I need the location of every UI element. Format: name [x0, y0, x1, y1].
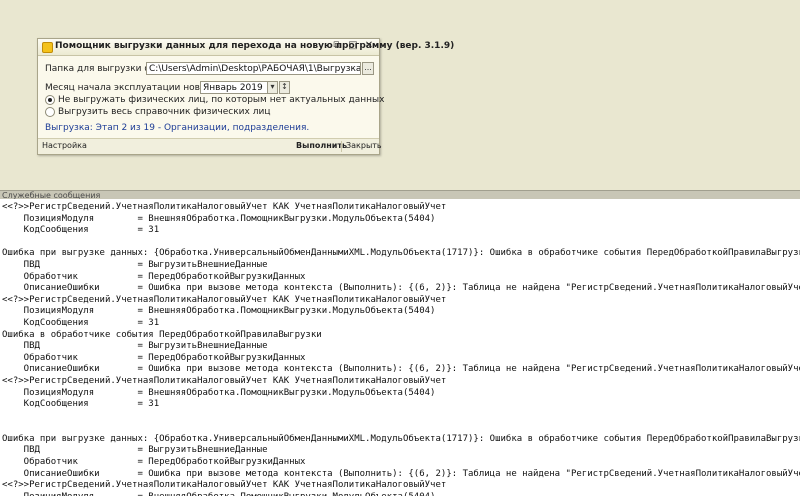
radio-skip-inactive[interactable]: Не выгружать физических лиц, по которым …: [45, 94, 384, 106]
message-line: ПВД = ВыгрузитьВнешниеДанные: [2, 259, 268, 270]
radio-export-all-label: Выгрузить весь справочник физических лиц: [58, 107, 271, 117]
settings-button[interactable]: Настройка: [42, 141, 87, 150]
message-line: ОписаниеОшибки = Ошибка при вызове метод…: [2, 468, 800, 479]
dialog-titlebar[interactable]: Помощник выгрузки данных для перехода на…: [38, 39, 454, 56]
maximize-icon[interactable]: □: [347, 40, 359, 52]
folder-browse-button[interactable]: ...: [362, 62, 374, 75]
message-line: Ошибка при выгрузке данных: {Обработка.У…: [2, 248, 800, 259]
dialog-title: Помощник выгрузки данных для перехода на…: [55, 41, 455, 51]
message-line: ПозицияМодуля = ВнешняяОбработка.Помощни…: [2, 213, 436, 224]
message-line: КодСообщения = 31: [2, 225, 160, 236]
export-status-text: Выгрузка: Этап 2 из 19 - Организации, по…: [45, 123, 310, 133]
month-dropdown-icon[interactable]: ▾: [267, 81, 278, 94]
radio-export-all[interactable]: Выгрузить весь справочник физических лиц: [45, 106, 270, 118]
restore-icon[interactable]: ⧉: [331, 40, 343, 52]
message-line: ПозицияМодуля = ВнешняяОбработка.Помощни…: [2, 387, 436, 398]
app-icon: [42, 42, 53, 53]
export-assistant-dialog: Помощник выгрузки данных для перехода на…: [37, 38, 454, 155]
message-line: ПВД = ВыгрузитьВнешниеДанные: [2, 341, 268, 352]
message-line: <<?>>РегистрСведений.УчетнаяПолитикаНало…: [2, 480, 447, 491]
message-line: <<?>>РегистрСведений.УчетнаяПолитикаНало…: [2, 294, 447, 305]
month-input[interactable]: Январь 2019: [200, 81, 270, 94]
message-line: Обработчик = ПередОбработкойВыгрузкиДанн…: [2, 271, 306, 282]
message-line: Обработчик = ПередОбработкойВыгрузкиДанн…: [2, 352, 306, 363]
message-line: [2, 411, 800, 423]
message-line: ПозицияМодуля = ВнешняяОбработка.Помощни…: [2, 306, 436, 317]
messages-panel[interactable]: <<?>>РегистрСведений.УчетнаяПолитикаНало…: [0, 199, 800, 496]
radio-selected-icon[interactable]: [45, 95, 55, 105]
radio-unselected-icon[interactable]: [45, 107, 55, 117]
messages-panel-header: Служебные сообщения: [0, 190, 800, 200]
dialog-footer: Настройка Выполнить Закрыть: [38, 138, 382, 154]
message-line: <<?>>РегистрСведений.УчетнаяПолитикаНало…: [2, 375, 447, 386]
message-line: Ошибка при выгрузке данных: {Обработка.У…: [2, 433, 800, 444]
message-line: КодСообщения = 31: [2, 317, 160, 328]
message-line: [2, 422, 800, 434]
run-button[interactable]: Выполнить: [296, 141, 347, 150]
radio-skip-inactive-label: Не выгружать физических лиц, по которым …: [58, 95, 385, 105]
close-button[interactable]: Закрыть: [346, 141, 382, 150]
message-line: ОписаниеОшибки = Ошибка при вызове метод…: [2, 364, 800, 375]
message-line: КодСообщения = 31: [2, 399, 160, 410]
message-line: ПВД = ВыгрузитьВнешниеДанные: [2, 445, 268, 456]
message-line: Обработчик = ПередОбработкойВыгрузкиДанн…: [2, 457, 306, 468]
message-line: Ошибка в обработчике события ПередОбрабо…: [2, 329, 322, 340]
message-line: ОписаниеОшибки = Ошибка при вызове метод…: [2, 283, 800, 294]
message-line: ПозицияМодуля = ВнешняяОбработка.Помощни…: [2, 492, 800, 496]
message-line: <<?>>РегистрСведений.УчетнаяПолитикаНало…: [2, 202, 447, 212]
month-stepper-icon[interactable]: ↕: [279, 81, 290, 94]
close-icon[interactable]: ✕: [363, 40, 375, 52]
message-line: [2, 237, 800, 249]
footer-divider: [341, 141, 342, 152]
folder-path-input[interactable]: C:\Users\Admin\Desktop\РАБОЧАЯ\1\Выгрузк…: [146, 62, 361, 75]
